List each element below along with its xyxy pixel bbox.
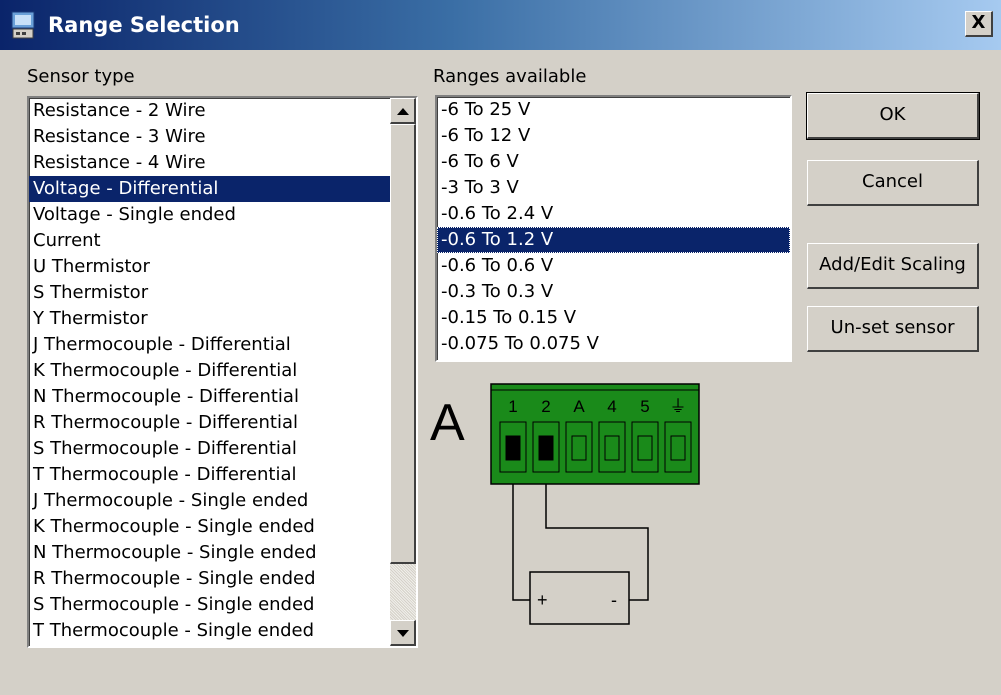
triangle-up-icon: [397, 108, 409, 115]
sensor-type-scrollbar[interactable]: [390, 98, 416, 646]
sensor-type-list-item[interactable]: T Thermocouple - Differential: [29, 462, 390, 488]
range-selection-dialog: Range Selection X Sensor type Resistance…: [0, 0, 1001, 695]
terminal-screw-connected: [505, 435, 521, 461]
channel-letter: A: [430, 394, 465, 452]
range-list-item[interactable]: -6 To 12 V: [437, 123, 790, 149]
sensor-type-listbox[interactable]: Resistance - 2 Wire Resistance - 3 Wire Re…: [27, 96, 418, 648]
terminal-label: 1: [508, 397, 517, 416]
range-list-item[interactable]: -0.3 To 0.3 V: [437, 279, 790, 305]
range-list-item[interactable]: -0.6 To 0.6 V: [437, 253, 790, 279]
ranges-available-listbox[interactable]: -6 To 25 V -6 To 12 V -6 To 6 V -3 To 3 V -0…: [435, 95, 792, 362]
sensor-type-list-item[interactable]: Voltage - Differential: [29, 176, 390, 202]
ranges-available-label: Ranges available: [433, 66, 587, 87]
sensor-type-list-item[interactable]: U Thermistor: [29, 254, 390, 280]
terminal-label: 2: [541, 397, 550, 416]
range-list-item[interactable]: -6 To 6 V: [437, 149, 790, 175]
sensor-type-list-item[interactable]: S Thermocouple - Single ended: [29, 592, 390, 618]
sensor-type-list-item[interactable]: T Thermocouple - Single ended: [29, 618, 390, 644]
scroll-down-button[interactable]: [390, 620, 416, 646]
sensor-type-list-item[interactable]: J Thermocouple - Differential: [29, 332, 390, 358]
close-button[interactable]: X: [965, 11, 993, 37]
range-list-item[interactable]: -0.15 To 0.15 V: [437, 305, 790, 331]
wiring-diagram: A 1 2 A 4 5 ⏚ + -: [430, 383, 700, 625]
range-list-item[interactable]: -6 To 25 V: [437, 97, 790, 123]
title-bar: Range Selection X: [0, 0, 1001, 50]
terminal-label: 4: [607, 397, 616, 416]
range-list-item[interactable]: -0.075 To 0.075 V: [437, 331, 790, 357]
ok-button[interactable]: OK: [806, 92, 980, 140]
sensor-type-list-item[interactable]: J Thermocouple - Single ended: [29, 488, 390, 514]
window-title: Range Selection: [48, 13, 240, 37]
sensor-type-list-item[interactable]: Current: [29, 228, 390, 254]
sensor-type-list-item[interactable]: K Thermocouple - Single ended: [29, 514, 390, 540]
source-minus-label: -: [611, 590, 617, 610]
sensor-type-list-item[interactable]: Y Thermistor: [29, 306, 390, 332]
sensor-type-label: Sensor type: [27, 66, 135, 87]
sensor-type-list-item[interactable]: R Thermocouple - Differential: [29, 410, 390, 436]
sensor-type-list-item[interactable]: N Thermocouple - Single ended: [29, 540, 390, 566]
scroll-up-button[interactable]: [390, 98, 416, 124]
terminal-connector: 1 2 A 4 5 ⏚: [490, 383, 700, 485]
sensor-type-list-item[interactable]: Resistance - 4 Wire: [29, 150, 390, 176]
range-list-item[interactable]: -0.6 To 1.2 V: [437, 227, 790, 253]
range-list-item[interactable]: -3 To 3 V: [437, 175, 790, 201]
source-plus-label: +: [537, 590, 548, 610]
terminal-label: ⏚: [670, 397, 687, 416]
terminal-screw-connected: [538, 435, 554, 461]
sensor-type-list-item[interactable]: Resistance - 3 Wire: [29, 124, 390, 150]
sensor-type-list-item[interactable]: K Thermocouple - Differential: [29, 358, 390, 384]
terminal-label: A: [573, 397, 585, 416]
add-edit-scaling-button[interactable]: Add/Edit Scaling: [807, 243, 979, 289]
sensor-type-list-item[interactable]: Resistance - 2 Wire: [29, 98, 390, 124]
triangle-down-icon: [397, 630, 409, 637]
cancel-button[interactable]: Cancel: [807, 160, 979, 206]
wires: [512, 484, 649, 601]
sensor-type-list-item[interactable]: Voltage - Single ended: [29, 202, 390, 228]
close-icon: X: [971, 12, 986, 33]
sensor-type-list-item[interactable]: R Thermocouple - Single ended: [29, 566, 390, 592]
range-list-item[interactable]: -0.6 To 2.4 V: [437, 201, 790, 227]
unset-sensor-button[interactable]: Un-set sensor: [807, 306, 979, 352]
sensor-type-list-item[interactable]: N Thermocouple - Differential: [29, 384, 390, 410]
app-icon: [11, 11, 35, 39]
sensor-type-list-item[interactable]: S Thermistor: [29, 280, 390, 306]
sensor-type-list-item[interactable]: S Thermocouple - Differential: [29, 436, 390, 462]
terminal-label: 5: [640, 397, 649, 416]
scroll-thumb[interactable]: [390, 124, 416, 564]
